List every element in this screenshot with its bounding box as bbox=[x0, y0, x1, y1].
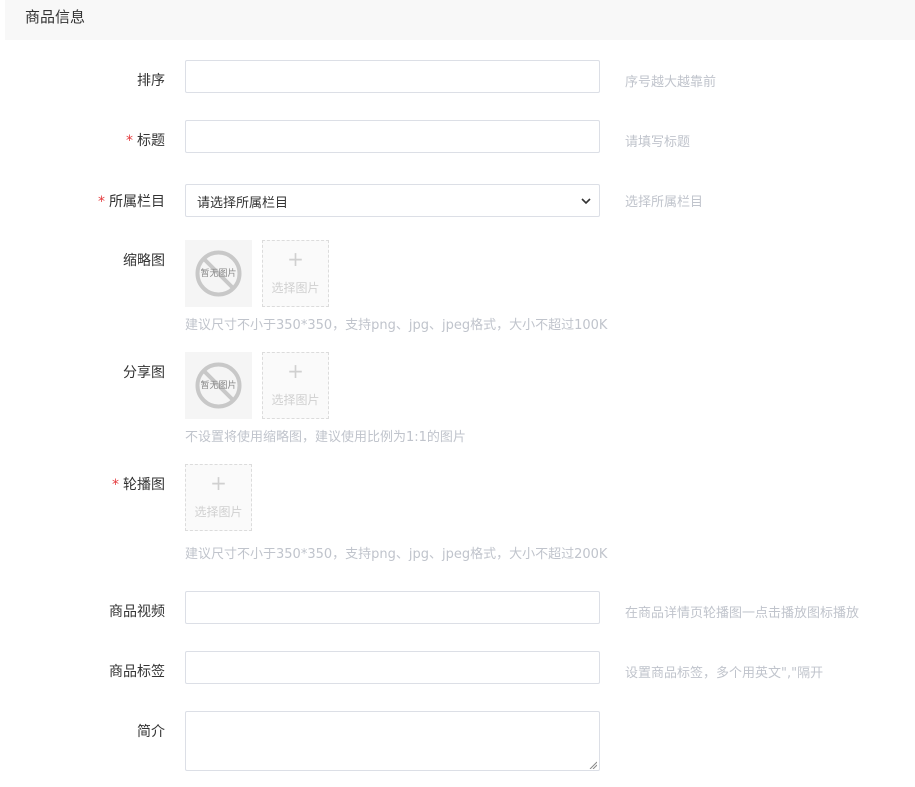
upload-label: 选择图片 bbox=[271, 393, 320, 407]
chevron-down-icon bbox=[581, 198, 591, 205]
video-hint: 在商品详情页轮播图一点击播放图标播放 bbox=[625, 606, 860, 621]
title-input[interactable] bbox=[185, 120, 600, 153]
plus-icon: + bbox=[287, 359, 304, 383]
section-title: 商品信息 bbox=[25, 8, 86, 26]
tags-label: 商品标签 bbox=[109, 664, 165, 680]
required-mark: * bbox=[112, 477, 119, 493]
carousel-upload-button[interactable]: + 选择图片 bbox=[185, 464, 252, 531]
intro-textarea[interactable] bbox=[185, 711, 600, 771]
thumbnail-label: 缩略图 bbox=[123, 253, 165, 269]
share-image-label: 分享图 bbox=[123, 365, 165, 381]
title-hint: 请填写标题 bbox=[625, 135, 691, 150]
upload-label: 选择图片 bbox=[271, 281, 320, 295]
category-select[interactable]: 请选择所属栏目 bbox=[185, 184, 600, 217]
share-image-upload-button[interactable]: + 选择图片 bbox=[262, 352, 329, 419]
plus-icon: + bbox=[287, 247, 304, 271]
thumbnail-upload-button[interactable]: + 选择图片 bbox=[262, 240, 329, 307]
section-header: 商品信息 bbox=[5, 0, 915, 40]
upload-label: 选择图片 bbox=[194, 505, 243, 519]
no-image-text: 暂无图片 bbox=[200, 381, 237, 391]
required-mark: * bbox=[98, 194, 105, 210]
required-mark: * bbox=[126, 133, 133, 149]
thumbnail-tip: 建议尺寸不小于350*350，支持png、jpg、jpeg格式，大小不超过100… bbox=[185, 318, 608, 333]
video-input[interactable] bbox=[185, 591, 600, 624]
category-select-value: 请选择所属栏目 bbox=[197, 196, 289, 211]
share-image-preview: 暂无图片 bbox=[185, 352, 252, 419]
category-hint: 选择所属栏目 bbox=[625, 195, 704, 210]
carousel-tip: 建议尺寸不小于350*350，支持png、jpg、jpeg格式，大小不超过200… bbox=[185, 547, 608, 562]
plus-icon: + bbox=[210, 471, 227, 495]
resize-grip-icon[interactable] bbox=[589, 761, 597, 769]
thumbnail-preview: 暂无图片 bbox=[185, 240, 252, 307]
category-label: * 所属栏目 bbox=[98, 194, 165, 210]
title-label: * 标题 bbox=[126, 133, 165, 149]
tags-hint: 设置商品标签，多个用英文","隔开 bbox=[625, 666, 824, 681]
video-label: 商品视频 bbox=[109, 604, 165, 620]
tags-input[interactable] bbox=[185, 651, 600, 684]
carousel-label: * 轮播图 bbox=[112, 477, 165, 493]
no-image-text: 暂无图片 bbox=[200, 269, 237, 279]
share-image-tip: 不设置将使用缩略图，建议使用比例为1:1的图片 bbox=[185, 430, 466, 445]
sort-hint: 序号越大越靠前 bbox=[625, 75, 717, 90]
sort-input[interactable] bbox=[185, 60, 600, 93]
sort-label: 排序 bbox=[137, 73, 165, 89]
intro-label: 简介 bbox=[137, 724, 165, 740]
